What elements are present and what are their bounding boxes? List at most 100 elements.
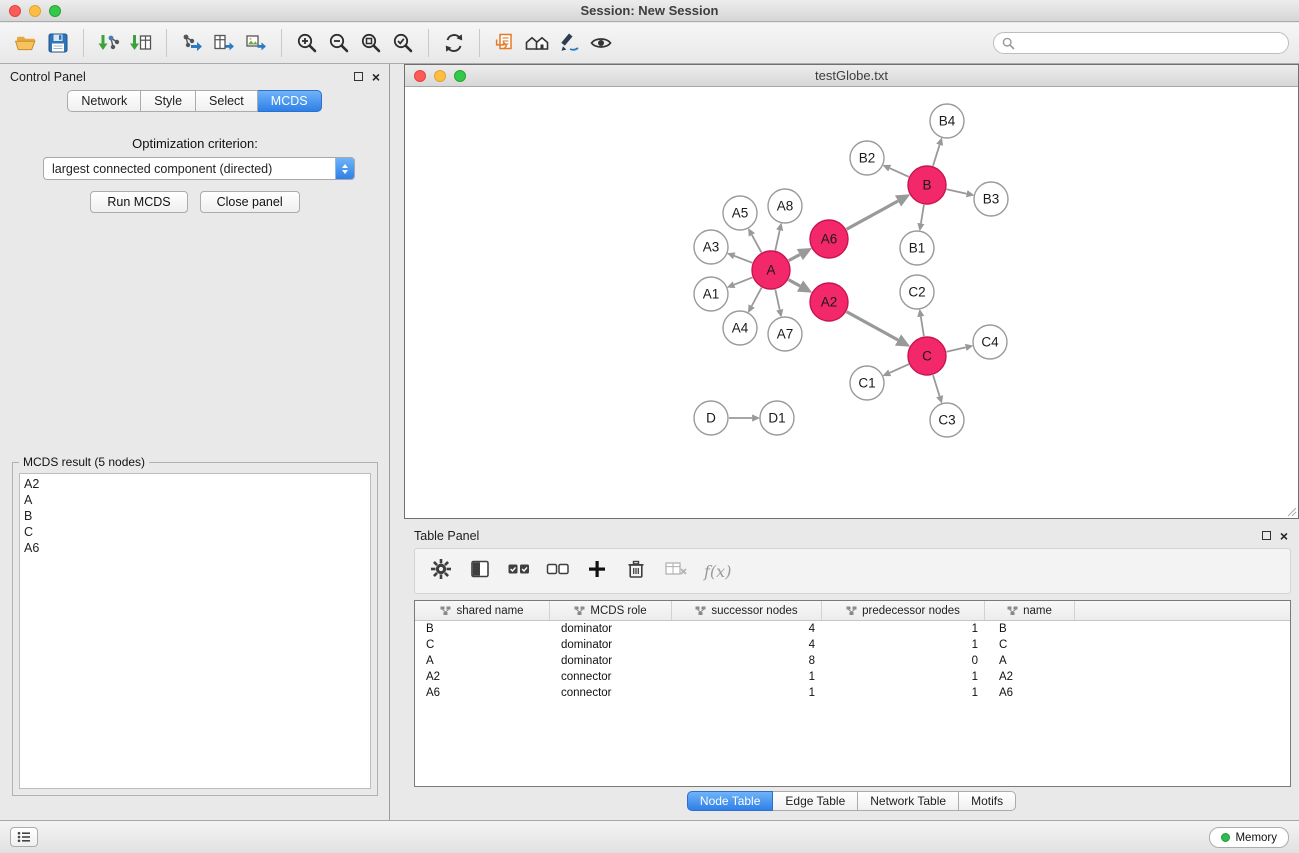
edge-A-A5[interactable] [752, 235, 762, 253]
import-network-button[interactable] [93, 27, 125, 59]
edge-A-A4[interactable] [752, 288, 762, 306]
column-header-name[interactable]: name [985, 601, 1075, 620]
table-cell[interactable]: connector [550, 687, 672, 699]
table-cell[interactable]: B [985, 623, 1075, 635]
edge-A-A7[interactable] [775, 290, 779, 310]
open-recent-session-button[interactable] [489, 27, 521, 59]
node-A4[interactable]: A4 [723, 311, 757, 345]
table-cell[interactable]: dominator [550, 623, 672, 635]
node-B[interactable]: B [908, 166, 946, 204]
edge-C-C3[interactable] [933, 375, 940, 396]
export-network-button[interactable] [176, 27, 208, 59]
table-cell[interactable]: 0 [822, 655, 985, 667]
search-field[interactable] [993, 32, 1289, 54]
close-table-panel-icon[interactable]: × [1280, 523, 1288, 549]
node-B4[interactable]: B4 [930, 104, 964, 138]
add-row-button[interactable] [585, 557, 609, 586]
table-cell[interactable]: 1 [822, 671, 985, 683]
run-mcds-button[interactable]: Run MCDS [90, 191, 187, 213]
node-A7[interactable]: A7 [768, 317, 802, 351]
edge-B-B3[interactable] [947, 189, 967, 193]
column-header-successor-nodes[interactable]: successor nodes [672, 601, 822, 620]
network-canvas[interactable]: B4B2BB3A8A5A6B1A3AC2A1A2A4A7C4CC1C3DD1 [405, 88, 1298, 518]
edge-B-B2[interactable] [890, 168, 909, 177]
select-all-button[interactable] [507, 557, 531, 586]
table-row[interactable]: Cdominator41C [415, 637, 1290, 653]
delete-table-button[interactable] [663, 557, 689, 586]
table-cell[interactable]: A [985, 655, 1075, 667]
table-cell[interactable]: 1 [672, 671, 822, 683]
tab-mcds[interactable]: MCDS [258, 90, 322, 112]
edge-A-A8[interactable] [775, 230, 779, 250]
edge-A-A1[interactable] [734, 277, 752, 284]
column-header-shared-name[interactable]: shared name [415, 601, 550, 620]
birds-eye-view-button[interactable] [521, 27, 553, 59]
zoom-fit-button[interactable] [355, 27, 387, 59]
tab-network[interactable]: Network [67, 90, 141, 112]
resize-grip-icon[interactable] [1285, 505, 1297, 517]
table-settings-button[interactable] [429, 557, 453, 586]
mcds-result-list[interactable]: A2ABCA6 [19, 473, 371, 789]
close-panel-icon[interactable]: × [372, 64, 380, 90]
node-A5[interactable]: A5 [723, 196, 757, 230]
save-session-button[interactable] [42, 27, 74, 59]
close-network-window-icon[interactable] [414, 70, 426, 82]
table-cell[interactable]: A [415, 655, 550, 667]
zoom-out-button[interactable] [323, 27, 355, 59]
column-header-predecessor-nodes[interactable]: predecessor nodes [822, 601, 985, 620]
table-cell[interactable]: C [415, 639, 550, 651]
close-panel-button[interactable]: Close panel [200, 191, 300, 213]
column-header-mcds-role[interactable]: MCDS role [550, 601, 672, 620]
edge-A-A6[interactable] [789, 255, 800, 261]
zoom-network-window-icon[interactable] [454, 70, 466, 82]
export-image-button[interactable] [240, 27, 272, 59]
zoom-selected-button[interactable] [387, 27, 419, 59]
node-D1[interactable]: D1 [760, 401, 794, 435]
show-hide-button[interactable] [585, 27, 617, 59]
node-A2[interactable]: A2 [810, 283, 848, 321]
show-panels-button[interactable] [10, 827, 38, 847]
delete-row-button[interactable] [624, 557, 648, 586]
tab-style[interactable]: Style [141, 90, 196, 112]
table-row[interactable]: A6connector11A6 [415, 685, 1290, 701]
table-cell[interactable]: A2 [985, 671, 1075, 683]
criterion-select[interactable]: largest connected component (directed) [43, 157, 355, 180]
table-cell[interactable]: 1 [822, 687, 985, 699]
table-cell[interactable]: A2 [415, 671, 550, 683]
table-row[interactable]: Adominator80A [415, 653, 1290, 669]
node-D[interactable]: D [694, 401, 728, 435]
node-C3[interactable]: C3 [930, 403, 964, 437]
tab-edge-table[interactable]: Edge Table [773, 791, 858, 811]
table-cell[interactable]: 8 [672, 655, 822, 667]
zoom-window-icon[interactable] [49, 5, 61, 17]
export-table-button[interactable] [208, 27, 240, 59]
node-B3[interactable]: B3 [974, 182, 1008, 216]
table-cell[interactable]: connector [550, 671, 672, 683]
function-builder-button[interactable]: f(x) [704, 562, 731, 581]
minimize-network-window-icon[interactable] [434, 70, 446, 82]
open-session-button[interactable] [10, 27, 42, 59]
annotation-button[interactable] [553, 27, 585, 59]
table-cell[interactable]: A6 [985, 687, 1075, 699]
table-row[interactable]: A2connector11A2 [415, 669, 1290, 685]
tab-node-table[interactable]: Node Table [687, 791, 774, 811]
edge-A2-C[interactable] [847, 312, 899, 340]
node-B2[interactable]: B2 [850, 141, 884, 175]
edge-A-A2[interactable] [789, 280, 801, 286]
import-table-button[interactable] [125, 27, 157, 59]
edge-A-A3[interactable] [734, 256, 752, 263]
edge-C-C1[interactable] [890, 364, 909, 373]
table-row[interactable]: Bdominator41B [415, 621, 1290, 637]
table-cell[interactable]: dominator [550, 639, 672, 651]
network-graph[interactable]: B4B2BB3A8A5A6B1A3AC2A1A2A4A7C4CC1C3DD1 [405, 88, 1298, 518]
node-A1[interactable]: A1 [694, 277, 728, 311]
close-window-icon[interactable] [9, 5, 21, 17]
edge-A6-B[interactable] [847, 201, 899, 229]
tab-network-table[interactable]: Network Table [858, 791, 959, 811]
tab-motifs[interactable]: Motifs [959, 791, 1016, 811]
table-cell[interactable]: 4 [672, 623, 822, 635]
node-B1[interactable]: B1 [900, 231, 934, 265]
zoom-in-button[interactable] [291, 27, 323, 59]
edge-B-B4[interactable] [933, 145, 940, 166]
float-panel-icon[interactable] [354, 72, 363, 81]
